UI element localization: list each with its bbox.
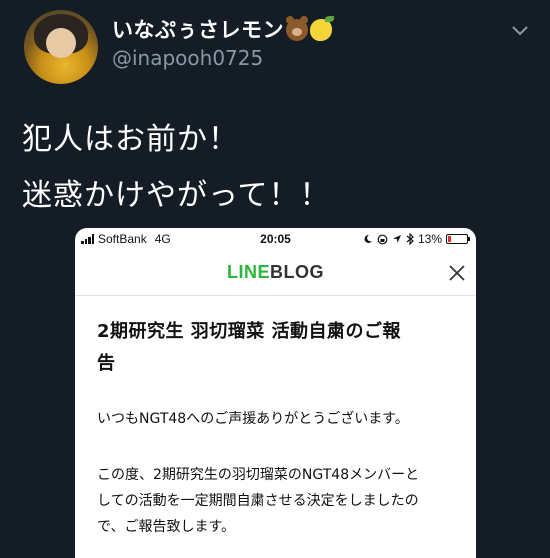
- embedded-screenshot[interactable]: SoftBank 4G 20:05 13% LINEBLOG 2期研究生 羽切瑠…: [75, 228, 476, 558]
- display-name-text: いなぷぅさレモン: [112, 18, 284, 42]
- location-arrow-icon: [392, 235, 401, 243]
- article-text-line: しての活動を一定期間自粛させる決定をしましたの: [97, 493, 419, 509]
- display-name[interactable]: いなぷぅさレモン: [112, 14, 334, 44]
- article-title-line: 告: [97, 353, 116, 374]
- tweet-text: 犯人はお前か！ 迷惑かけやがって！！: [22, 112, 331, 224]
- line-blog-header: LINEBLOG: [75, 250, 476, 296]
- brand-blog-text: BLOG: [270, 262, 324, 282]
- battery-icon: [446, 234, 470, 244]
- moon-icon: [364, 234, 372, 243]
- bear-face-emoji-icon: [286, 16, 308, 41]
- tweet-text-line: 犯人はお前か！: [22, 122, 239, 157]
- article-paragraph: この度、2期研究生の羽切瑠菜のNGT48メンバーと しての活動を一定期間自粛させ…: [97, 462, 454, 540]
- line-blog-logo[interactable]: LINEBLOG: [75, 262, 476, 283]
- article-paragraph: いつもNGT48へのご声援ありがとうございます。: [97, 406, 454, 432]
- brand-line-text: LINE: [226, 262, 270, 282]
- article-text-line: この度、2期研究生の羽切瑠菜のNGT48メンバーと: [97, 467, 420, 483]
- bluetooth-icon: [406, 233, 414, 245]
- article-text-line: で、ご報告致します。: [97, 519, 236, 535]
- avatar[interactable]: [24, 10, 98, 84]
- status-bar: SoftBank 4G 20:05 13%: [75, 228, 476, 250]
- tweet-header: いなぷぅさレモン @inapooh0725: [0, 0, 550, 100]
- article-title: 2期研究生 羽切瑠菜 活動自粛のご報 告: [97, 316, 454, 380]
- avatar-face: [46, 28, 76, 58]
- battery-percent: 13%: [417, 232, 442, 246]
- tweet-text-line: 迷惑かけやがって！！: [22, 178, 331, 213]
- chevron-down-icon[interactable]: [510, 20, 530, 40]
- lock-rotation-icon: [377, 234, 388, 244]
- article-title-line: 2期研究生 羽切瑠菜 活動自粛のご報: [97, 321, 402, 342]
- article: 2期研究生 羽切瑠菜 活動自粛のご報 告 いつもNGT48へのご声援ありがとうご…: [75, 316, 476, 540]
- user-handle[interactable]: @inapooh0725: [112, 46, 263, 70]
- article-text-line: いつもNGT48へのご声援ありがとうございます。: [97, 411, 409, 427]
- close-icon[interactable]: [448, 264, 466, 282]
- lemon-emoji-icon: [310, 16, 334, 41]
